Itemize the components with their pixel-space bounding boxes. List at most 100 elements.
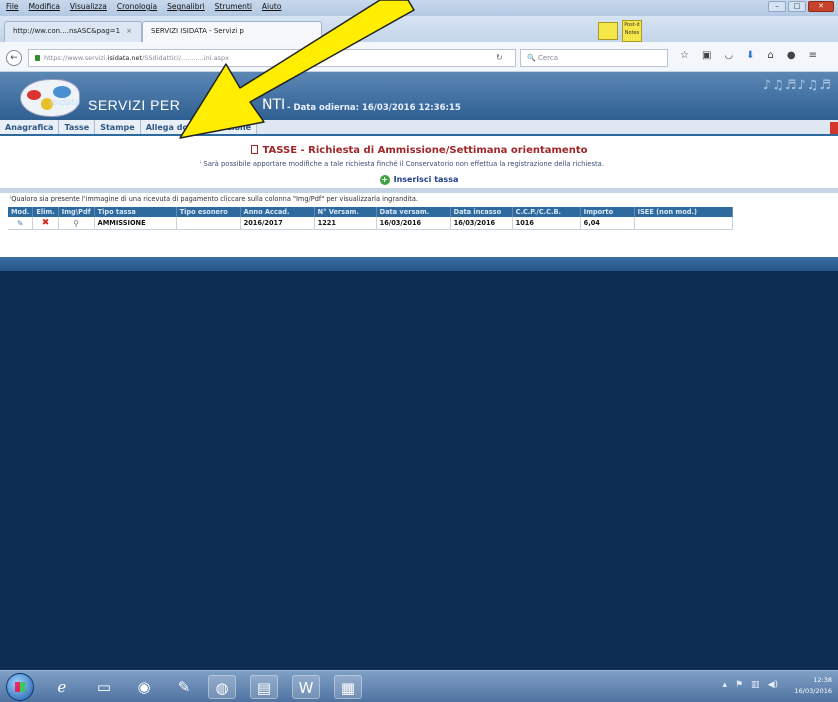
navigation-bar: ← https://www.servizi.isidata.net/SSdida… [0, 42, 838, 72]
tax-table: Mod. Elim. Img\Pdf Tipo tassa Tipo esone… [8, 207, 733, 230]
sticky-notes-icon[interactable]: ▤ [250, 675, 278, 699]
pocket-icon[interactable]: ◡ [724, 50, 733, 61]
address-bar[interactable]: https://www.servizi.isidata.net/SSdidatt… [28, 49, 516, 67]
app-nav-tabs: Anagrafica Tasse Stampe Allega documenta… [0, 120, 838, 136]
chat-icon[interactable]: ● [787, 50, 796, 61]
menu-strumenti[interactable]: Strumenti [215, 2, 252, 12]
tab-tasse[interactable]: Tasse [59, 120, 96, 134]
tab-anagrafica[interactable]: Anagrafica [0, 120, 60, 134]
info-note: ⁱ Sarà possibile apportare modifiche a t… [200, 160, 604, 168]
cell-anno-accad: 2016/2017 [240, 217, 315, 230]
back-button[interactable]: ← [6, 50, 22, 66]
delete-icon[interactable]: ✖ [42, 218, 50, 228]
browser-tab-label: http://ww.con....nsASC&pag=1 [13, 27, 121, 35]
col-data-incasso: Data incasso [450, 207, 513, 217]
menu-bar: File Modifica Visualizza Cronologia Segn… [0, 0, 287, 14]
cell-data-versam: 16/03/2016 [376, 217, 451, 230]
empty-page-area [0, 271, 838, 670]
folder-app-icon[interactable]: ▦ [334, 675, 362, 699]
download-icon[interactable]: ⬇ [746, 50, 754, 61]
lock-icon [35, 55, 40, 61]
app-title-tail: NTI [262, 97, 286, 113]
col-isee: ISEE (non mod.) [634, 207, 733, 217]
cell-n-versam: 1221 [314, 217, 377, 230]
menu-modifica[interactable]: Modifica [29, 2, 60, 12]
document-icon [250, 145, 258, 154]
logo-text: isidata [50, 98, 80, 108]
page-footer-band [0, 257, 838, 271]
clock-time: 12:38 [813, 676, 832, 684]
col-n-versam: N° Versam. [314, 207, 377, 217]
menu-cronologia[interactable]: Cronologia [117, 2, 157, 12]
delete-cell[interactable]: ✖ [32, 217, 59, 230]
app-title: SERVIZI PER [88, 97, 181, 113]
col-elim: Elim. [32, 207, 59, 217]
menu-visualizza[interactable]: Visualizza [70, 2, 107, 12]
bookmark-star-icon[interactable]: ☆ [680, 50, 689, 61]
paint-icon[interactable]: ✎ [170, 675, 198, 699]
media-player-icon[interactable]: ◉ [130, 675, 158, 699]
reload-icon[interactable]: ↻ [496, 53, 503, 62]
post-it-notes-icon[interactable]: Post-it Notes [622, 20, 642, 42]
toolbar-icons: ☆ ▣ ◡ ⬇ ⌂ ● ≡ [680, 50, 817, 61]
minimize-button[interactable]: – [768, 1, 786, 12]
file-explorer-icon[interactable]: ▭ [90, 675, 118, 699]
start-button[interactable] [6, 673, 34, 701]
table-header-row: Mod. Elim. Img\Pdf Tipo tassa Tipo esone… [8, 207, 733, 217]
col-img-pdf[interactable]: Img\Pdf [58, 207, 95, 217]
close-button[interactable]: ✕ [808, 1, 834, 12]
col-data-versam: Data versam. [376, 207, 451, 217]
browser-tab-2[interactable]: SERVIZI ISIDATA - Servizi p [142, 21, 322, 42]
edit-icon[interactable]: ✎ [17, 219, 24, 228]
maximize-button[interactable]: □ [788, 1, 806, 12]
cell-ccp-ccb: 1016 [512, 217, 581, 230]
browser-tab-label: SERVIZI ISIDATA - Servizi p [151, 27, 244, 35]
menu-segnalibri[interactable]: Segnalibri [167, 2, 205, 12]
volume-icon[interactable]: ◀) [768, 680, 778, 690]
search-input[interactable]: 🔍 Cerca [520, 49, 668, 67]
menu-file[interactable]: File [6, 2, 19, 12]
window-controls: – □ ✕ [768, 1, 834, 12]
close-tab-icon[interactable]: × [126, 27, 132, 35]
menu-aiuto[interactable]: Aiuto [262, 2, 282, 12]
network-icon[interactable]: ▥ [751, 680, 760, 690]
cell-importo: 6,04 [580, 217, 635, 230]
clipboard-icon[interactable]: ▣ [702, 50, 711, 61]
taskbar: ℯ ▭ ◉ ✎ ◍ ▤ W ▦ ▴ ⚑ ▥ ◀) 12:38 16/03/201… [0, 670, 838, 702]
cell-data-incasso: 16/03/2016 [450, 217, 513, 230]
col-importo: Importo [580, 207, 635, 217]
col-mod: Mod. [8, 207, 34, 217]
system-clock[interactable]: 12:38 16/03/2016 [795, 675, 832, 697]
edit-cell[interactable]: ✎ [8, 217, 34, 230]
page-header: isidata SERVIZI PER NTI - Data odierna: … [0, 72, 838, 120]
flag-icon[interactable]: ⚑ [735, 680, 743, 690]
col-ccp-ccb: C.C.P./C.C.B. [512, 207, 581, 217]
separator-bar [0, 188, 838, 193]
music-notes-decoration: ♪♫♬♪♫♬ [762, 78, 832, 93]
cell-tipo-esonero [176, 217, 241, 230]
tray-chevron-icon[interactable]: ▴ [722, 680, 727, 690]
col-tipo-tassa: Tipo tassa [94, 207, 177, 217]
browser-tab-strip: http://ww.con....nsASC&pag=1 × SERVIZI IS… [0, 16, 838, 42]
add-tax-link[interactable]: + Inserisci tassa [0, 172, 838, 188]
tab-stampe[interactable]: Stampe [95, 120, 141, 134]
firefox-icon[interactable]: ◍ [208, 675, 236, 699]
cell-isee [634, 217, 733, 230]
internet-explorer-icon[interactable]: ℯ [48, 675, 76, 699]
plus-icon: + [379, 175, 390, 185]
tab-allega-documentazione[interactable]: Allega documentazione [140, 120, 258, 134]
word-icon[interactable]: W [292, 675, 320, 699]
browser-tab-1[interactable]: http://ww.con....nsASC&pag=1 × [4, 21, 142, 42]
home-icon[interactable]: ⌂ [768, 50, 774, 61]
post-it-icon[interactable] [598, 22, 618, 40]
hamburger-menu-icon[interactable]: ≡ [809, 50, 817, 61]
red-corner-marker [830, 122, 838, 134]
image-cell[interactable]: ⚲ [58, 217, 95, 230]
magnifier-icon[interactable]: ⚲ [73, 219, 79, 228]
col-tipo-esonero: Tipo esonero [176, 207, 241, 217]
cell-tipo-tassa: AMMISSIONE [94, 217, 177, 230]
col-anno-accad: Anno Accad. [240, 207, 315, 217]
section-title: TASSE - Richiesta di Ammissione/Settiman… [0, 145, 838, 156]
current-date: - Data odierna: 16/03/2016 12:36:15 [287, 103, 461, 113]
hint-text: ⁱQualora sia presente l'immagine di una … [10, 195, 418, 203]
